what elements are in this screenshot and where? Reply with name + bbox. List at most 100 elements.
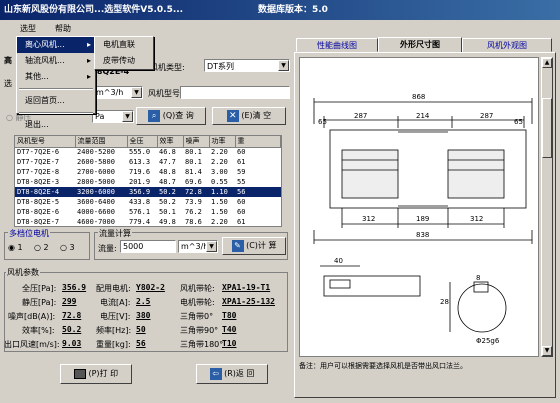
pressure-unit-value: Pa — [95, 112, 105, 121]
col-header[interactable]: 功率 — [209, 136, 236, 148]
menu-item-label: 轴流风机... — [25, 56, 65, 65]
menu-bar: 选型 帮助 — [0, 20, 560, 36]
cell: 60 — [237, 208, 246, 216]
zaosheng-value: 72.8 — [62, 311, 82, 320]
cell: 46.8 — [159, 148, 176, 157]
partial-label-xuan: 选 — [4, 79, 12, 88]
db-version: 数据库版本：5.0 — [258, 5, 328, 15]
binoculars-icon: ⌕ — [148, 109, 161, 122]
title-bar: 山东新风股份有限公司...选型软件V5.0.5... 数据库版本：5.0 — [0, 0, 560, 20]
zhongliang-value: 56 — [136, 339, 146, 348]
printer-icon — [73, 368, 86, 379]
table-row[interactable]: DT8-8Q2E-6 4000-6600 576.1 50.1 76.2 1.50 60 — [15, 207, 281, 217]
peidian-label: 配用电机: — [96, 284, 131, 293]
chevron-down-icon[interactable]: ▼ — [278, 60, 289, 71]
dianjidailun-value: XPA1-25-132 — [222, 297, 275, 306]
xiaolv-value: 50.2 — [62, 325, 82, 334]
col-header[interactable]: 效率 — [157, 136, 184, 148]
cell: 1.10 — [209, 187, 235, 197]
results-table[interactable]: 风机型号 流量范围 全压 效率 噪声 功率 重 DT7-7Q2E-6 2400-5… — [14, 135, 282, 227]
vertical-scrollbar[interactable]: ▲ ▼ — [541, 57, 553, 357]
query-button-label: (Q)查 询 — [162, 111, 194, 120]
pressure-unit-select[interactable]: Pa ▼ — [92, 110, 134, 123]
chevron-right-icon: ▸ — [86, 56, 91, 65]
exit-door-icon: ⇦ — [209, 367, 222, 380]
col-header[interactable]: 噪声 — [183, 136, 210, 148]
calc-button[interactable]: ✎ (C)计 算 — [222, 237, 286, 255]
calc-button-label: (C)计 算 — [246, 241, 277, 250]
scroll-thumb[interactable] — [542, 98, 552, 158]
fan-model-input[interactable] — [180, 86, 290, 99]
col-header[interactable]: 流量范围 — [75, 136, 128, 148]
motor-radio-2[interactable]: ○ 2 — [34, 243, 49, 252]
table-row-selected[interactable]: DT8-8Q2E-4 3200-6000 356.9 50.2 72.8 1.10 56 — [15, 187, 281, 197]
cell: 613.3 — [129, 158, 151, 166]
table-row[interactable]: DT8-8Q2E-3 2800-5000 201.9 48.7 69.6 0.55 55 — [15, 177, 281, 187]
dim-8: 8 — [476, 274, 480, 282]
menu-item-other[interactable]: 其他... ▸ — [17, 69, 95, 85]
menu-item-exit[interactable]: 退出... — [17, 117, 95, 133]
chevron-down-icon[interactable]: ▼ — [131, 87, 142, 98]
cell: 73.9 — [185, 198, 202, 206]
window-title: 山东新风股份有限公司...选型软件V5.0.5... — [4, 5, 184, 15]
table-row[interactable]: DT8-8Q2E-5 3600-6400 433.8 50.2 73.9 1.50 60 — [15, 197, 281, 207]
cell: 3.00 — [211, 168, 228, 176]
pencil-icon: ✎ — [231, 239, 244, 252]
submenu-item-belt-drive[interactable]: 皮带传动 — [95, 53, 153, 69]
menu-help[interactable]: 帮助 — [55, 23, 71, 34]
sanjiao0-value: T80 — [222, 311, 237, 320]
fengjidailun-label: 风机带轮: — [180, 284, 215, 293]
dim-838: 838 — [416, 231, 429, 239]
col-header[interactable]: 重 — [235, 136, 281, 148]
table-row[interactable]: DT7-7Q2E-6 2400-5200 555.0 46.8 80.1 2.20 60 — [15, 147, 281, 157]
menu-item-label: 退出... — [25, 120, 49, 129]
xiaolv-label: 效率[%]: — [22, 326, 55, 335]
menu-item-home[interactable]: 返回首页... — [17, 93, 95, 109]
col-header[interactable]: 全压 — [127, 136, 158, 148]
motor-radio-3[interactable]: ○ 3 — [60, 243, 75, 252]
cell: 433.8 — [129, 198, 151, 206]
cell: DT8-8Q2E-3 — [17, 178, 60, 186]
table-row[interactable]: DT8-8Q2E-7 4600-7000 779.4 49.8 78.6 2.20 61 — [15, 217, 281, 226]
motor-radio-1[interactable]: ◉ 1 — [8, 243, 23, 252]
unit-select[interactable]: m^3/h ▼ — [93, 86, 143, 99]
menu-item-centrifugal[interactable]: 离心风机... ▸ — [17, 37, 95, 53]
query-button[interactable]: ⌕ (Q)查 询 — [136, 107, 206, 125]
chevron-down-icon[interactable]: ▼ — [122, 111, 133, 122]
chevron-down-icon[interactable]: ▼ — [206, 241, 217, 252]
scroll-up-arrow[interactable]: ▲ — [542, 58, 552, 68]
menu-item-label: 返回首页... — [25, 96, 65, 105]
cell: 59 — [237, 168, 246, 176]
print-button[interactable]: (P)打 印 — [60, 364, 132, 384]
table-row[interactable]: DT7-7Q2E-7 2600-5800 613.3 47.7 80.1 2.20 61 — [15, 157, 281, 167]
fan-type-select[interactable]: DT系列 ▼ — [204, 59, 290, 72]
cell: 2.20 — [211, 158, 228, 166]
cell: 2800-5000 — [77, 178, 115, 186]
cell: 61 — [237, 158, 246, 166]
menu-item-axial[interactable]: 轴流风机... ▸ — [17, 53, 95, 69]
flow-input[interactable]: 5000 — [120, 240, 176, 253]
chukou-value: 9.03 — [62, 339, 82, 348]
col-header[interactable]: 风机型号 — [15, 136, 76, 148]
cell: 60 — [237, 198, 246, 206]
scroll-down-arrow[interactable]: ▼ — [542, 346, 552, 356]
sanjiao180-label: 三角带180° — [180, 340, 224, 349]
flow-unit-select[interactable]: m^3/h ▼ — [178, 240, 218, 253]
cell: 50.1 — [159, 208, 176, 216]
cell: 48.7 — [159, 178, 176, 186]
cell: 3600-6400 — [77, 198, 115, 206]
flowcalc-group-label: 流量计算 — [98, 228, 132, 239]
peidian-value: Y802-2 — [136, 283, 165, 292]
cell: 49.8 — [159, 218, 176, 226]
flow-value: 5000 — [123, 242, 144, 251]
cell: 2400-5200 — [77, 148, 115, 157]
fan-type-value: DT系列 — [207, 62, 235, 71]
menu-xuanxing[interactable]: 选型 — [20, 23, 36, 34]
table-row[interactable]: DT7-7Q2E-8 2700-6000 719.6 48.8 81.4 3.00 59 — [15, 167, 281, 177]
tab-dimension-drawing[interactable]: 外形尺寸图 — [378, 37, 462, 53]
tab-appearance[interactable]: 风机外观图 — [462, 38, 552, 52]
submenu-item-direct-drive[interactable]: 电机直联 — [95, 37, 153, 53]
clear-button[interactable]: ✕ (E)清 空 — [212, 107, 286, 125]
tab-performance-curve[interactable]: 性能曲线图 — [296, 38, 378, 52]
back-button[interactable]: ⇦ (R)返 回 — [196, 364, 268, 384]
